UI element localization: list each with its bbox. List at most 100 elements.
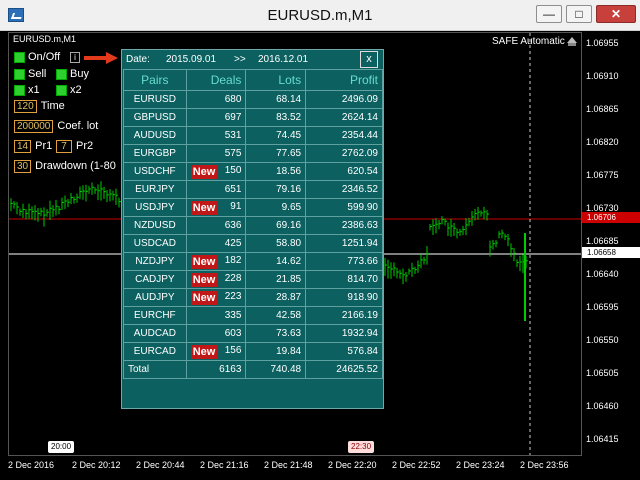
total-row: Total 6163 740.48 24625.52 — [123, 360, 383, 379]
total-label: Total — [123, 360, 187, 379]
profit-cell: 918.90 — [305, 288, 383, 307]
header-profit[interactable]: Profit — [305, 69, 383, 91]
deals-cell: New 182 — [185, 252, 247, 271]
pair-cell: USDJPY — [123, 198, 187, 217]
time-scale[interactable]: 2 Dec 2016 2 Dec 20:12 2 Dec 20:44 2 Dec 21… — [8, 456, 640, 480]
onoff-toggle[interactable]: On/Off — [14, 51, 60, 63]
time-scale-label: 2 Dec 21:48 — [264, 460, 313, 470]
time-scale-label: 2 Dec 21:16 — [200, 460, 249, 470]
time-scale-label: 2 Dec 23:24 — [456, 460, 505, 470]
buy-toggle[interactable]: Buy — [56, 68, 89, 80]
pair-cell: EURGBP — [123, 144, 187, 163]
price-scale-label: 1.06910 — [586, 71, 619, 81]
deals-cell: New 228 — [185, 270, 247, 289]
drawdown-setting: 30 Drawdown (1-80 — [14, 160, 116, 173]
buy-checkbox[interactable] — [56, 68, 67, 80]
pr2-input[interactable]: 7 — [56, 140, 72, 153]
profit-cell: 2762.09 — [305, 144, 383, 163]
header-pairs[interactable]: Pairs — [123, 69, 187, 91]
pair-cell: NZDUSD — [123, 216, 187, 235]
info-button[interactable]: i — [70, 51, 80, 63]
coef-lot-input[interactable]: 200000 — [14, 120, 54, 133]
pr2-setting: 7 Pr2 — [56, 140, 93, 153]
deals-value: 182 — [224, 254, 242, 266]
table-row[interactable]: NZDJPY New 182 14.62 773.66 — [123, 252, 383, 271]
close-window-button[interactable]: ✕ — [596, 5, 636, 23]
table-row[interactable]: NZDUSD 636 69.16 2386.63 — [123, 216, 383, 235]
table-row[interactable]: EURCHF 335 42.58 2166.19 — [123, 306, 383, 325]
header-lots[interactable]: Lots — [245, 69, 307, 91]
time-scale-label: 2 Dec 23:56 — [520, 460, 569, 470]
x1-toggle[interactable]: x1 — [14, 84, 40, 96]
deals-value: 335 — [224, 310, 242, 321]
table-row[interactable]: CADJPY New 228 21.85 814.70 — [123, 270, 383, 289]
table-row[interactable]: AUDUSD 531 74.45 2354.44 — [123, 126, 383, 145]
minimize-button[interactable]: — — [536, 5, 562, 23]
lots-cell: 69.16 — [245, 216, 307, 235]
total-profit: 24625.52 — [305, 360, 383, 379]
lots-cell: 79.16 — [245, 180, 307, 199]
deals-value: 91 — [230, 200, 242, 212]
price-scale-label: 1.06775 — [586, 170, 619, 180]
new-badge: New — [190, 344, 218, 359]
table-row[interactable]: USDCAD 425 58.80 1251.94 — [123, 234, 383, 253]
lots-cell: 21.85 — [245, 270, 307, 289]
chart-symbol-label: EURUSD.m,M1 — [13, 34, 77, 44]
table-row[interactable]: EURUSD 680 68.14 2496.09 — [123, 90, 383, 109]
profit-cell: 2354.44 — [305, 126, 383, 145]
table-row[interactable]: EURGBP 575 77.65 2762.09 — [123, 144, 383, 163]
price-scale-label: 1.06505 — [586, 368, 619, 378]
profit-cell: 620.54 — [305, 162, 383, 181]
sell-checkbox[interactable] — [14, 68, 25, 80]
table-header-row: Pairs Deals Lots Profit — [123, 69, 383, 91]
time-scale-label: 2 Dec 20:12 — [72, 460, 121, 470]
pr1-input[interactable]: 14 — [14, 140, 32, 153]
profit-cell: 814.70 — [305, 270, 383, 289]
profit-cell: 2624.14 — [305, 108, 383, 127]
price-scale-label: 1.06415 — [586, 434, 619, 444]
arrow-right-icon — [84, 52, 118, 64]
date-from[interactable]: 2015.09.01 — [166, 54, 216, 65]
bid-price-tag: 1.06706 — [582, 212, 640, 223]
time-scale-label: 2 Dec 22:52 — [392, 460, 441, 470]
lots-cell: 77.65 — [245, 144, 307, 163]
table-row[interactable]: EURCAD New 156 19.84 576.84 — [123, 342, 383, 361]
table-row[interactable]: EURJPY 651 79.16 2346.52 — [123, 180, 383, 199]
drawdown-label: Drawdown (1-80 — [35, 160, 116, 172]
panel-close-button[interactable]: x — [360, 51, 378, 68]
new-badge: New — [190, 164, 218, 179]
pair-cell: USDCHF — [123, 162, 187, 181]
time-input[interactable]: 120 — [14, 100, 37, 113]
time-tag-end: 22:30 — [348, 441, 375, 453]
title-bar[interactable]: EURUSD.m,M1 — □ ✕ — [0, 0, 640, 31]
price-scale[interactable]: 1.06955 1.06910 1.06865 1.06820 1.06775 1.067… — [582, 32, 640, 456]
deals-cell: 531 — [185, 126, 247, 145]
lots-cell: 58.80 — [245, 234, 307, 253]
profit-cell: 2386.63 — [305, 216, 383, 235]
deals-cell: New 91 — [185, 198, 247, 217]
maximize-button[interactable]: □ — [566, 5, 592, 23]
date-to[interactable]: 2016.12.01 — [258, 54, 308, 65]
total-deals: 6163 — [185, 360, 247, 379]
table-row[interactable]: AUDCAD 603 73.63 1932.94 — [123, 324, 383, 343]
new-badge: New — [190, 254, 218, 269]
expert-advisor-label: SAFE Automatic — [492, 36, 565, 47]
x2-checkbox[interactable] — [56, 84, 67, 96]
onoff-checkbox[interactable] — [14, 51, 25, 63]
table-row[interactable]: USDJPY New 91 9.65 599.90 — [123, 198, 383, 217]
drawdown-input[interactable]: 30 — [14, 160, 32, 173]
deals-cell: New 150 — [185, 162, 247, 181]
time-tag-start: 20:00 — [48, 441, 75, 453]
info-icon: i — [70, 52, 80, 63]
pair-cell: EURCAD — [123, 342, 187, 361]
sell-toggle[interactable]: Sell — [14, 68, 46, 80]
x2-toggle[interactable]: x2 — [56, 84, 82, 96]
table-row[interactable]: AUDJPY New 223 28.87 918.90 — [123, 288, 383, 307]
expert-hat-icon — [567, 37, 577, 46]
time-scale-label: 2 Dec 20:44 — [136, 460, 185, 470]
table-row[interactable]: GBPUSD 697 83.52 2624.14 — [123, 108, 383, 127]
table-row[interactable]: USDCHF New 150 18.56 620.54 — [123, 162, 383, 181]
x1-checkbox[interactable] — [14, 84, 25, 96]
lots-cell: 73.63 — [245, 324, 307, 343]
header-deals[interactable]: Deals — [185, 69, 247, 91]
